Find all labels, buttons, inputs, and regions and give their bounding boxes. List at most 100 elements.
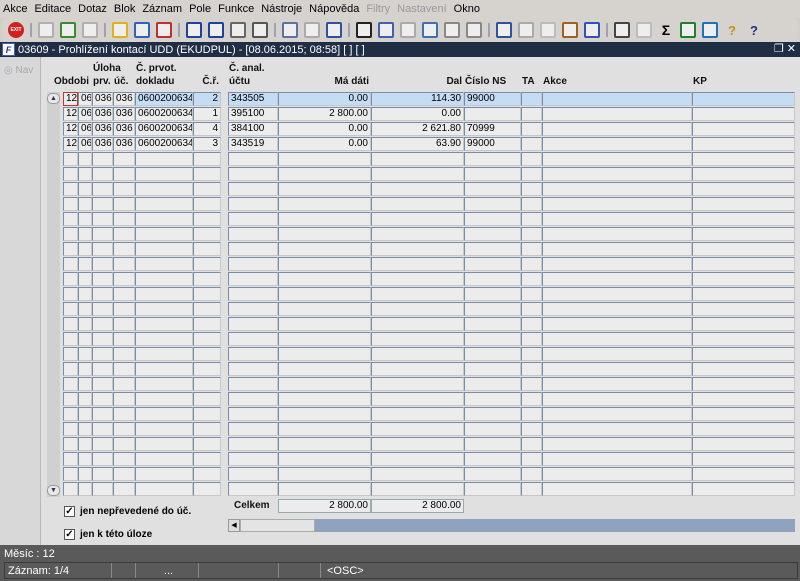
empty-cell[interactable] (63, 167, 78, 181)
empty-cell[interactable] (228, 362, 278, 376)
empty-cell[interactable] (113, 167, 135, 181)
empty-cell[interactable] (63, 302, 78, 316)
empty-cell[interactable] (193, 272, 221, 286)
empty-cell[interactable] (228, 212, 278, 226)
empty-cell[interactable] (371, 422, 464, 436)
print-icon[interactable] (282, 22, 298, 38)
sort-asc-icon[interactable] (186, 22, 202, 38)
empty-cell[interactable] (113, 377, 135, 391)
empty-cell[interactable] (278, 302, 371, 316)
empty-cell[interactable] (692, 167, 795, 181)
grid-cell[interactable] (542, 92, 692, 106)
grid-cell[interactable]: 2 621.80 (371, 122, 464, 136)
empty-cell[interactable] (78, 482, 92, 496)
empty-cell[interactable] (464, 272, 521, 286)
grid-cell[interactable]: 3 (193, 137, 221, 151)
empty-cell[interactable] (92, 377, 113, 391)
empty-cell[interactable] (464, 242, 521, 256)
empty-cell[interactable] (278, 467, 371, 481)
empty-cell[interactable] (521, 467, 542, 481)
empty-cell[interactable] (228, 332, 278, 346)
empty-cell[interactable] (692, 347, 795, 361)
empty-cell[interactable] (464, 362, 521, 376)
menu-2[interactable]: Dotaz (78, 3, 107, 15)
grid-cell[interactable]: 12 (63, 137, 78, 151)
empty-cell[interactable] (371, 197, 464, 211)
empty-cell[interactable] (193, 407, 221, 421)
empty-cell[interactable] (92, 212, 113, 226)
empty-cell[interactable] (692, 227, 795, 241)
empty-cell[interactable] (228, 377, 278, 391)
ie-icon[interactable] (702, 22, 718, 38)
empty-cell[interactable] (135, 347, 193, 361)
empty-cell[interactable] (521, 347, 542, 361)
empty-cell[interactable] (92, 302, 113, 316)
empty-cell[interactable] (113, 452, 135, 466)
help-icon[interactable]: ? (746, 22, 762, 38)
empty-cell[interactable] (92, 197, 113, 211)
empty-cell[interactable] (228, 152, 278, 166)
empty-cell[interactable] (135, 227, 193, 241)
empty-cell[interactable] (371, 227, 464, 241)
empty-cell[interactable] (542, 377, 692, 391)
empty-cell[interactable] (92, 182, 113, 196)
copy-icon[interactable] (378, 22, 394, 38)
cancel-query-icon[interactable] (156, 22, 172, 38)
empty-cell[interactable] (135, 182, 193, 196)
empty-cell[interactable] (228, 182, 278, 196)
empty-cell[interactable] (278, 212, 371, 226)
empty-cell[interactable] (464, 377, 521, 391)
empty-cell[interactable] (63, 272, 78, 286)
empty-cell[interactable] (278, 287, 371, 301)
empty-cell[interactable] (113, 242, 135, 256)
empty-cell[interactable] (92, 422, 113, 436)
empty-cell[interactable] (113, 482, 135, 496)
empty-cell[interactable] (92, 437, 113, 451)
grid-cell[interactable]: 1 (193, 107, 221, 121)
mail-icon[interactable] (326, 22, 342, 38)
empty-cell[interactable] (278, 437, 371, 451)
empty-cell[interactable] (193, 332, 221, 346)
empty-cell[interactable] (542, 302, 692, 316)
empty-cell[interactable] (228, 407, 278, 421)
grid-cell[interactable]: 395100 (228, 107, 278, 121)
empty-cell[interactable] (228, 257, 278, 271)
empty-cell[interactable] (228, 347, 278, 361)
indent-icon[interactable] (444, 22, 460, 38)
empty-cell[interactable] (371, 152, 464, 166)
empty-cell[interactable] (135, 392, 193, 406)
empty-cell[interactable] (228, 167, 278, 181)
empty-cell[interactable] (113, 437, 135, 451)
empty-cell[interactable] (135, 407, 193, 421)
empty-cell[interactable] (692, 242, 795, 256)
empty-cell[interactable] (63, 452, 78, 466)
empty-cell[interactable] (278, 167, 371, 181)
empty-cell[interactable] (278, 452, 371, 466)
empty-cell[interactable] (542, 242, 692, 256)
empty-cell[interactable] (78, 197, 92, 211)
execute-query-icon[interactable] (134, 22, 150, 38)
menu-7[interactable]: Nástroje (261, 3, 302, 15)
grid-cell[interactable]: 0600200634 (135, 122, 193, 136)
empty-cell[interactable] (542, 362, 692, 376)
empty-cell[interactable] (521, 242, 542, 256)
filter-icon[interactable] (252, 22, 268, 38)
empty-cell[interactable] (63, 317, 78, 331)
empty-cell[interactable] (63, 227, 78, 241)
empty-cell[interactable] (63, 287, 78, 301)
chart-icon[interactable] (614, 22, 630, 38)
empty-cell[interactable] (135, 422, 193, 436)
empty-cell[interactable] (521, 272, 542, 286)
save-icon[interactable] (60, 22, 76, 38)
empty-cell[interactable] (78, 362, 92, 376)
empty-cell[interactable] (371, 467, 464, 481)
horizontal-scrollbar[interactable]: ◀ (228, 519, 795, 532)
scroll-up-icon[interactable]: ▲ (47, 93, 60, 104)
empty-cell[interactable] (371, 392, 464, 406)
help-users-icon[interactable]: ? (724, 22, 740, 38)
empty-cell[interactable] (228, 482, 278, 496)
empty-cell[interactable] (78, 332, 92, 346)
grid-cell[interactable]: 036 (113, 122, 135, 136)
grid-cell[interactable]: 036 (113, 137, 135, 151)
grid-cell[interactable]: 343505 (228, 92, 278, 106)
